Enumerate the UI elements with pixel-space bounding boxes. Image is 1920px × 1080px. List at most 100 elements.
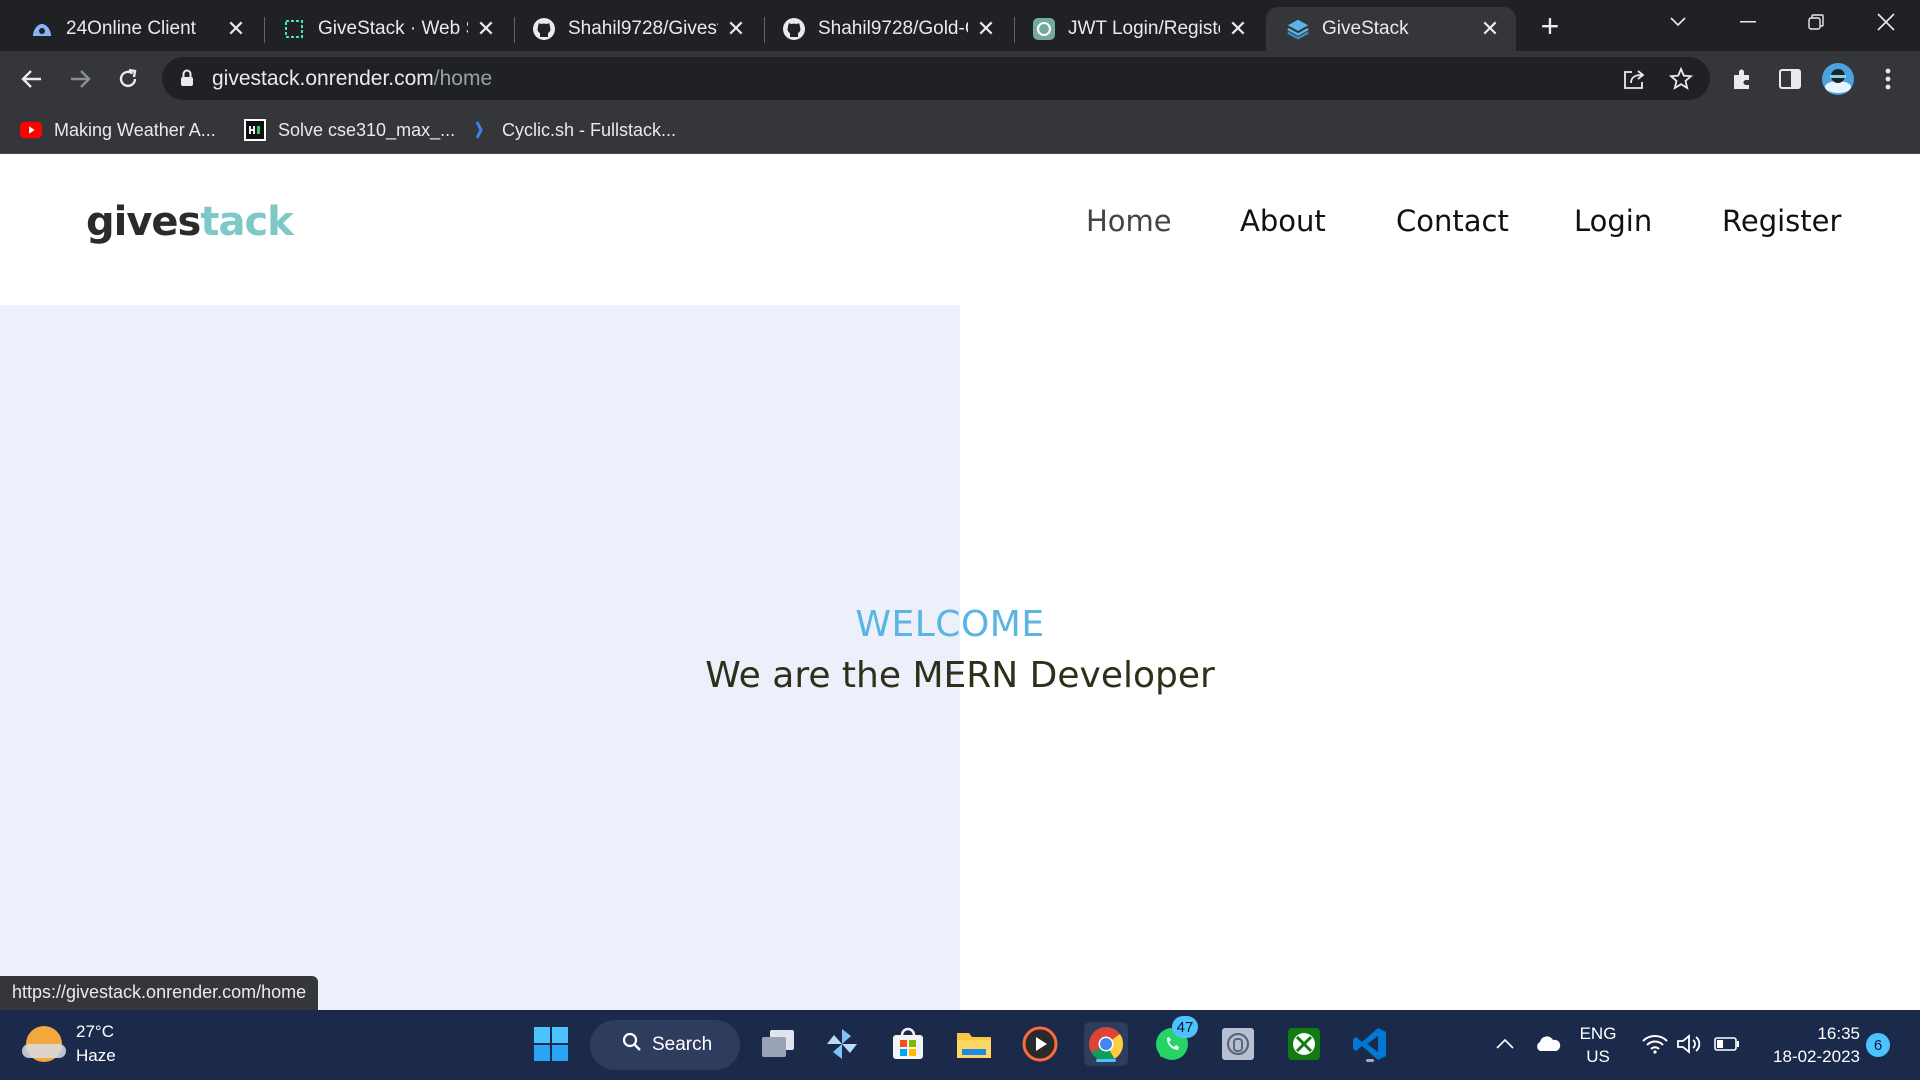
share-icon[interactable] [1620, 65, 1648, 93]
youtube-icon [20, 119, 42, 141]
start-button[interactable] [529, 1022, 573, 1066]
side-panel-icon[interactable] [1772, 61, 1808, 97]
running-indicator [1096, 1059, 1116, 1062]
openai-icon [1032, 17, 1056, 41]
tab-title: Shahil9728/Givestac [568, 18, 718, 39]
lock-icon [180, 69, 194, 92]
tab-title: GiveStack [1322, 18, 1409, 39]
running-indicator [1366, 1059, 1374, 1062]
search-label: Search [652, 1034, 713, 1055]
vscode-icon[interactable] [1348, 1022, 1392, 1066]
tab-title: Shahil9728/Gold-G [818, 18, 968, 39]
tab-title: GiveStack · Web Se [318, 18, 468, 39]
address-host: givestack.onrender.com [212, 67, 434, 90]
web-page: givestack Home About Contact Login Regis… [0, 155, 1920, 1010]
logo-text-main: gives [86, 199, 201, 245]
windows-taskbar: 27°C Haze Search 47 ENG US 16:35 18-02-2… [0, 1010, 1920, 1080]
tab-strip: 24Online Client ✕ GiveStack · Web Se ✕ S… [0, 0, 1920, 51]
tab-search-icon[interactable] [1650, 0, 1706, 44]
close-tab-icon[interactable]: ✕ [724, 16, 748, 41]
tab-title: 24Online Client [66, 18, 196, 39]
back-button[interactable] [14, 61, 50, 97]
link-status-bar: https://givestack.onrender.com/home [0, 976, 319, 1010]
app-frame-icon[interactable] [1216, 1022, 1260, 1066]
language-code: ENG [1579, 1024, 1617, 1043]
nav-about-link[interactable]: About [1240, 204, 1326, 238]
taskbar-search[interactable]: Search [590, 1020, 740, 1070]
nav-home-link[interactable]: Home [1086, 204, 1172, 238]
reload-icon[interactable] [110, 61, 146, 97]
browser-toolbar: givestack.onrender.com/home [0, 51, 1920, 106]
hero-welcome-text: WELCOME [855, 604, 1045, 645]
weather-widget[interactable]: 27°C Haze [22, 1020, 116, 1068]
bookmark-item[interactable]: Cyclic.sh - Fullstack... [468, 116, 676, 144]
bookmarks-bar: Making Weather A... Solve cse310_max_...… [0, 106, 1920, 154]
cyclic-icon [468, 119, 490, 141]
new-tab-button[interactable]: + [1534, 8, 1566, 44]
cloud-icon [30, 17, 54, 41]
bookmark-label: Solve cse310_max_... [278, 119, 456, 140]
address-path: /home [433, 67, 493, 90]
profile-avatar[interactable] [1820, 61, 1856, 97]
github-icon [532, 17, 556, 41]
hero-title: We are the MERN Developer [705, 655, 1215, 696]
volume-icon[interactable] [1674, 1022, 1704, 1066]
close-tab-icon[interactable]: ✕ [474, 16, 498, 41]
minimize-button[interactable] [1720, 0, 1776, 44]
microsoft-store-icon[interactable] [886, 1022, 930, 1066]
file-explorer-icon[interactable] [952, 1022, 996, 1066]
weather-haze-icon [22, 1026, 66, 1062]
onedrive-cloud-icon[interactable] [1530, 1022, 1566, 1066]
tab-jwt-login[interactable]: JWT Login/Register ✕ [1012, 7, 1264, 51]
search-icon [622, 1032, 642, 1058]
close-tab-icon[interactable]: ✕ [224, 16, 248, 41]
clock-date: 18-02-2023 [1773, 1047, 1860, 1066]
hackerearth-icon [244, 119, 266, 141]
clock-time: 16:35 [1817, 1024, 1860, 1043]
bookmark-label: Making Weather A... [54, 119, 216, 140]
tab-github-givestack[interactable]: Shahil9728/Givestac ✕ [512, 7, 762, 51]
bookmark-label: Cyclic.sh - Fullstack... [502, 119, 677, 140]
close-window-button[interactable] [1858, 0, 1914, 44]
nav-login-link[interactable]: Login [1574, 204, 1652, 238]
whatsapp-icon[interactable]: 47 [1150, 1016, 1198, 1066]
bookmark-star-icon[interactable] [1667, 65, 1695, 93]
tab-givestack-active[interactable]: GiveStack ✕ [1266, 7, 1516, 51]
chevron-up-icon[interactable] [1490, 1022, 1520, 1066]
kebab-menu-icon[interactable] [1870, 61, 1906, 97]
tab-title: JWT Login/Register [1068, 18, 1220, 39]
extensions-icon[interactable] [1724, 61, 1760, 97]
nav-register-link[interactable]: Register [1722, 204, 1841, 238]
battery-icon[interactable] [1712, 1022, 1742, 1066]
weather-condition: Haze [76, 1046, 116, 1065]
wifi-icon[interactable] [1640, 1022, 1670, 1066]
notification-badge[interactable]: 6 [1866, 1033, 1890, 1057]
clock[interactable]: 16:35 18-02-2023 [1758, 1022, 1860, 1068]
language-indicator[interactable]: ENG US [1576, 1022, 1620, 1068]
github-icon [782, 17, 806, 41]
snipping-pinwheel-icon[interactable] [820, 1022, 864, 1066]
logo-text-accent: tack [200, 199, 293, 245]
restore-button[interactable] [1788, 0, 1844, 44]
tab-24online[interactable]: 24Online Client ✕ [10, 7, 262, 51]
bookmark-item[interactable]: Making Weather A... [20, 116, 216, 144]
address-url[interactable]: givestack.onrender.com/home [212, 67, 492, 91]
close-tab-icon[interactable]: ✕ [1478, 16, 1502, 41]
bookmark-item[interactable]: Solve cse310_max_... [244, 116, 455, 144]
forward-button[interactable] [62, 61, 98, 97]
address-bar[interactable]: givestack.onrender.com/home [162, 57, 1710, 100]
site-logo[interactable]: givestack [86, 199, 294, 245]
tab-givestack-web-service[interactable]: GiveStack · Web Se ✕ [262, 7, 512, 51]
whatsapp-unread-badge: 47 [1172, 1016, 1198, 1038]
weather-temp: 27°C [76, 1022, 114, 1041]
givestack-icon [1286, 17, 1310, 41]
chrome-icon[interactable] [1084, 1022, 1128, 1066]
media-player-icon[interactable] [1018, 1022, 1062, 1066]
xbox-icon[interactable] [1282, 1022, 1326, 1066]
tab-github-gold[interactable]: Shahil9728/Gold-G ✕ [762, 7, 1012, 51]
close-tab-icon[interactable]: ✕ [974, 16, 998, 41]
nav-contact-link[interactable]: Contact [1396, 204, 1509, 238]
close-tab-icon[interactable]: ✕ [1226, 16, 1250, 41]
task-view-icon[interactable] [756, 1022, 800, 1066]
render-icon [282, 17, 306, 41]
